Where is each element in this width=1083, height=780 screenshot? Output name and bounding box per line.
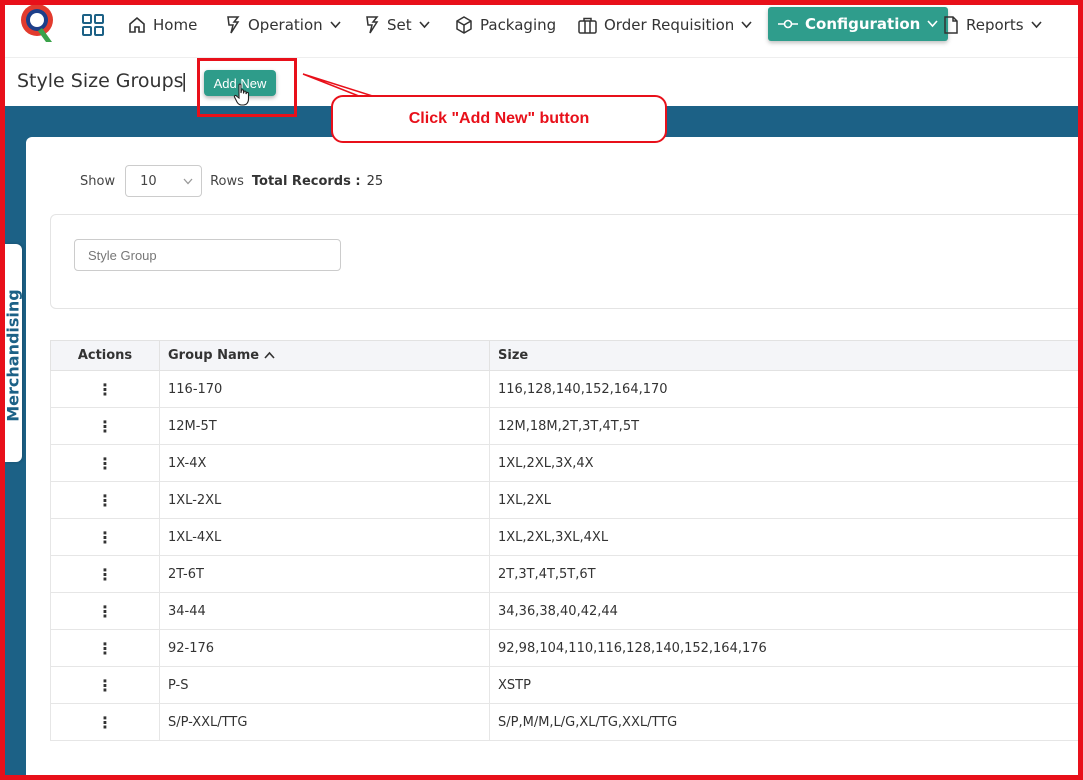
page-title: Style Size Groups <box>17 70 184 92</box>
column-header-group-name[interactable]: Group Name <box>159 340 490 371</box>
title-separator: | <box>181 70 188 92</box>
row-actions-menu-icon[interactable]: ⋮ <box>50 592 160 630</box>
rows-per-page-select[interactable]: 10 <box>125 165 203 197</box>
row-actions-menu-icon[interactable]: ⋮ <box>50 555 160 593</box>
table-row: ⋮ 92-176 92,98,104,110,116,128,140,152,1… <box>50 629 1083 667</box>
group-name-cell: 34-44 <box>159 592 490 630</box>
chevron-down-icon <box>1030 21 1042 29</box>
nav-packaging[interactable]: Packaging <box>455 9 556 41</box>
package-icon <box>456 16 472 34</box>
nav-configuration-label: Configuration <box>805 15 921 33</box>
annotation-callout-text: Click "Add New" button <box>408 110 590 127</box>
style-size-groups-table: Actions Group Name Size ⋮ 116-170 116,12… <box>50 340 1083 741</box>
nav-set-label: Set <box>387 16 412 34</box>
nav-home[interactable]: Home <box>128 9 197 41</box>
size-cell: S/P,M/M,L/G,XL/TG,XXL/TTG <box>489 703 1083 741</box>
table-row: ⋮ 34-44 34,36,38,40,42,44 <box>50 592 1083 630</box>
operation-icon <box>227 16 240 34</box>
sort-ascending-icon <box>264 351 275 359</box>
size-cell: 2T,3T,4T,5T,6T <box>489 555 1083 593</box>
total-records-label: Total Records : <box>251 173 361 189</box>
nav-operation-label: Operation <box>248 16 323 34</box>
chevron-down-icon <box>741 21 752 29</box>
row-actions-menu-icon[interactable]: ⋮ <box>50 703 160 741</box>
style-group-filter-input[interactable] <box>74 239 341 271</box>
chevron-down-icon <box>330 21 341 29</box>
nav-set[interactable]: Set <box>364 9 430 41</box>
table-row: ⋮ 12M-5T 12M,18M,2T,3T,4T,5T <box>50 407 1083 445</box>
show-label: Show <box>80 173 116 189</box>
app-grid-icon[interactable] <box>82 14 104 36</box>
nav-reports-label: Reports <box>966 16 1024 34</box>
group-name-cell: 2T-6T <box>159 555 490 593</box>
table-header-row: Actions Group Name Size <box>50 340 1083 371</box>
set-icon <box>366 16 379 34</box>
size-cell: 1XL,2XL <box>489 481 1083 519</box>
filter-panel <box>50 214 1083 309</box>
group-name-cell: P-S <box>159 666 490 704</box>
rows-label: Rows <box>210 173 244 189</box>
table-row: ⋮ P-S XSTP <box>50 666 1083 704</box>
size-cell: 12M,18M,2T,3T,4T,5T <box>489 407 1083 445</box>
content-card: Show 10 Rows Total Records : 25 Actions … <box>26 137 1083 775</box>
table-row: ⋮ 1X-4X 1XL,2XL,3X,4X <box>50 444 1083 482</box>
group-name-cell: 116-170 <box>159 370 490 408</box>
nav-home-label: Home <box>153 16 198 34</box>
group-name-cell: 1XL-4XL <box>159 518 490 556</box>
row-actions-menu-icon[interactable]: ⋮ <box>50 629 160 667</box>
size-cell: 34,36,38,40,42,44 <box>489 592 1083 630</box>
row-actions-menu-icon[interactable]: ⋮ <box>50 407 160 445</box>
app-logo[interactable] <box>18 2 58 46</box>
nav-order-requisition-label: Order Requisition <box>604 16 735 34</box>
size-cell: 1XL,2XL,3X,4X <box>489 444 1083 482</box>
nav-operation[interactable]: Operation <box>225 9 341 41</box>
group-name-header-label: Group Name <box>168 348 260 363</box>
nav-configuration[interactable]: Configuration <box>768 7 949 41</box>
group-name-cell: 12M-5T <box>159 407 490 445</box>
rows-per-page-control: Show 10 Rows Total Records : 25 <box>80 165 383 197</box>
table-row: ⋮ 2T-6T 2T,3T,4T,5T,6T <box>50 555 1083 593</box>
group-name-cell: 1X-4X <box>159 444 490 482</box>
row-actions-menu-icon[interactable]: ⋮ <box>50 518 160 556</box>
table-row: ⋮ 1XL-4XL 1XL,2XL,3XL,4XL <box>50 518 1083 556</box>
size-cell: XSTP <box>489 666 1083 704</box>
chevron-down-icon <box>419 21 430 29</box>
table-row: ⋮ 116-170 116,128,140,152,164,170 <box>50 370 1083 408</box>
document-icon <box>944 16 958 34</box>
nav-packaging-label: Packaging <box>480 16 557 34</box>
hand-cursor-icon <box>233 83 250 106</box>
group-name-cell: S/P-XXL/TTG <box>159 703 490 741</box>
chevron-down-icon <box>183 178 193 184</box>
row-actions-menu-icon[interactable]: ⋮ <box>50 666 160 704</box>
table-row: ⋮ S/P-XXL/TTG S/P,M/M,L/G,XL/TG,XXL/TTG <box>50 703 1083 741</box>
size-cell: 116,128,140,152,164,170 <box>489 370 1083 408</box>
column-header-size: Size <box>489 340 1083 371</box>
row-actions-menu-icon[interactable]: ⋮ <box>50 370 160 408</box>
group-name-cell: 1XL-2XL <box>159 481 490 519</box>
nav-reports[interactable]: Reports <box>943 9 1042 41</box>
rows-select-value: 10 <box>140 173 157 189</box>
briefcase-icon <box>578 17 597 34</box>
home-icon <box>129 16 145 33</box>
size-cell: 1XL,2XL,3XL,4XL <box>489 518 1083 556</box>
merchandising-side-tab[interactable]: Merchandising <box>3 244 23 462</box>
chevron-down-icon <box>927 20 938 28</box>
row-actions-menu-icon[interactable]: ⋮ <box>50 481 160 519</box>
group-name-cell: 92-176 <box>159 629 490 667</box>
size-cell: 92,98,104,110,116,128,140,152,164,176 <box>489 629 1083 667</box>
side-tab-label: Merchandising <box>3 289 23 422</box>
nav-order-requisition[interactable]: Order Requisition <box>578 9 752 41</box>
total-records-value: 25 <box>366 173 384 189</box>
annotation-callout: Click "Add New" button <box>331 95 667 143</box>
commit-icon <box>778 19 798 29</box>
top-navbar: Home Operation Set Packaging Order Requi… <box>5 0 1078 58</box>
column-header-actions: Actions <box>50 340 160 371</box>
table-row: ⋮ 1XL-2XL 1XL,2XL <box>50 481 1083 519</box>
row-actions-menu-icon[interactable]: ⋮ <box>50 444 160 482</box>
